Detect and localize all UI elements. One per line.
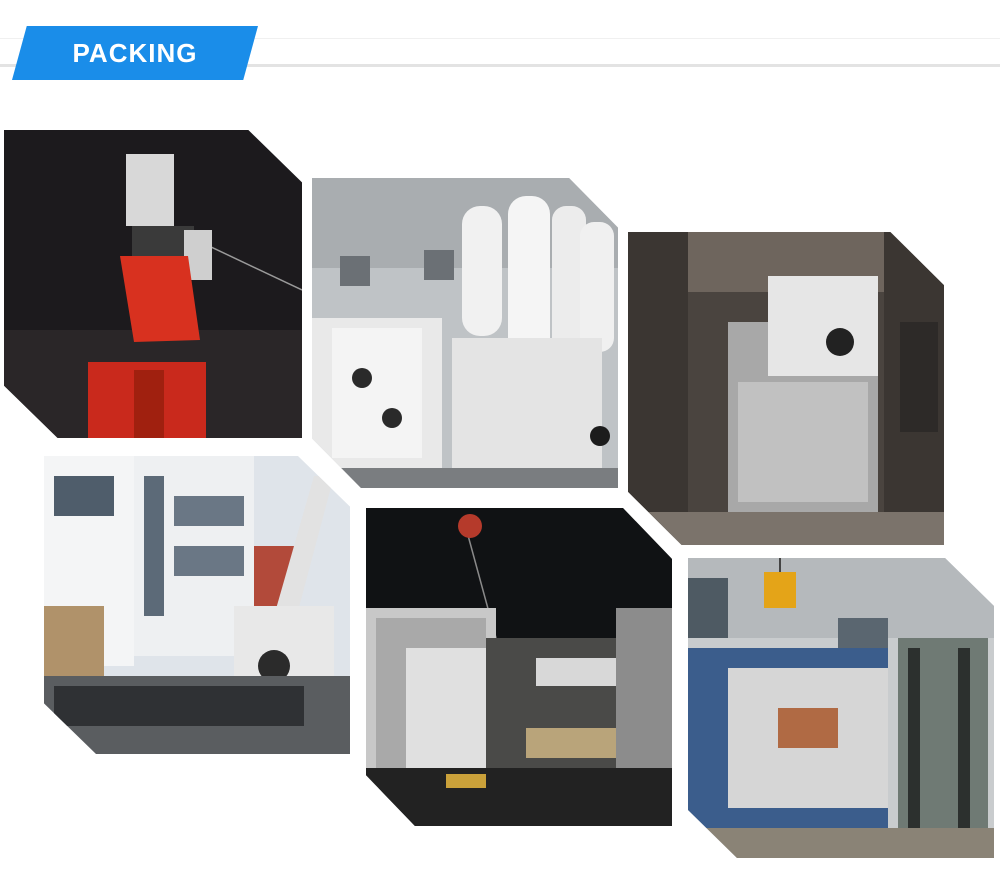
photo-forklift-loading xyxy=(688,558,994,858)
section-title-tab: PACKING xyxy=(12,26,258,80)
section-header: PACKING xyxy=(0,0,1000,80)
photo-truck-crane-loading xyxy=(44,456,350,754)
section-title: PACKING xyxy=(72,37,198,68)
photo-crane-lifting-night xyxy=(4,130,302,438)
photo-die-casting-machine xyxy=(312,178,618,488)
photo-container-loading-night xyxy=(366,508,672,826)
photo-machine-in-container xyxy=(628,232,944,545)
